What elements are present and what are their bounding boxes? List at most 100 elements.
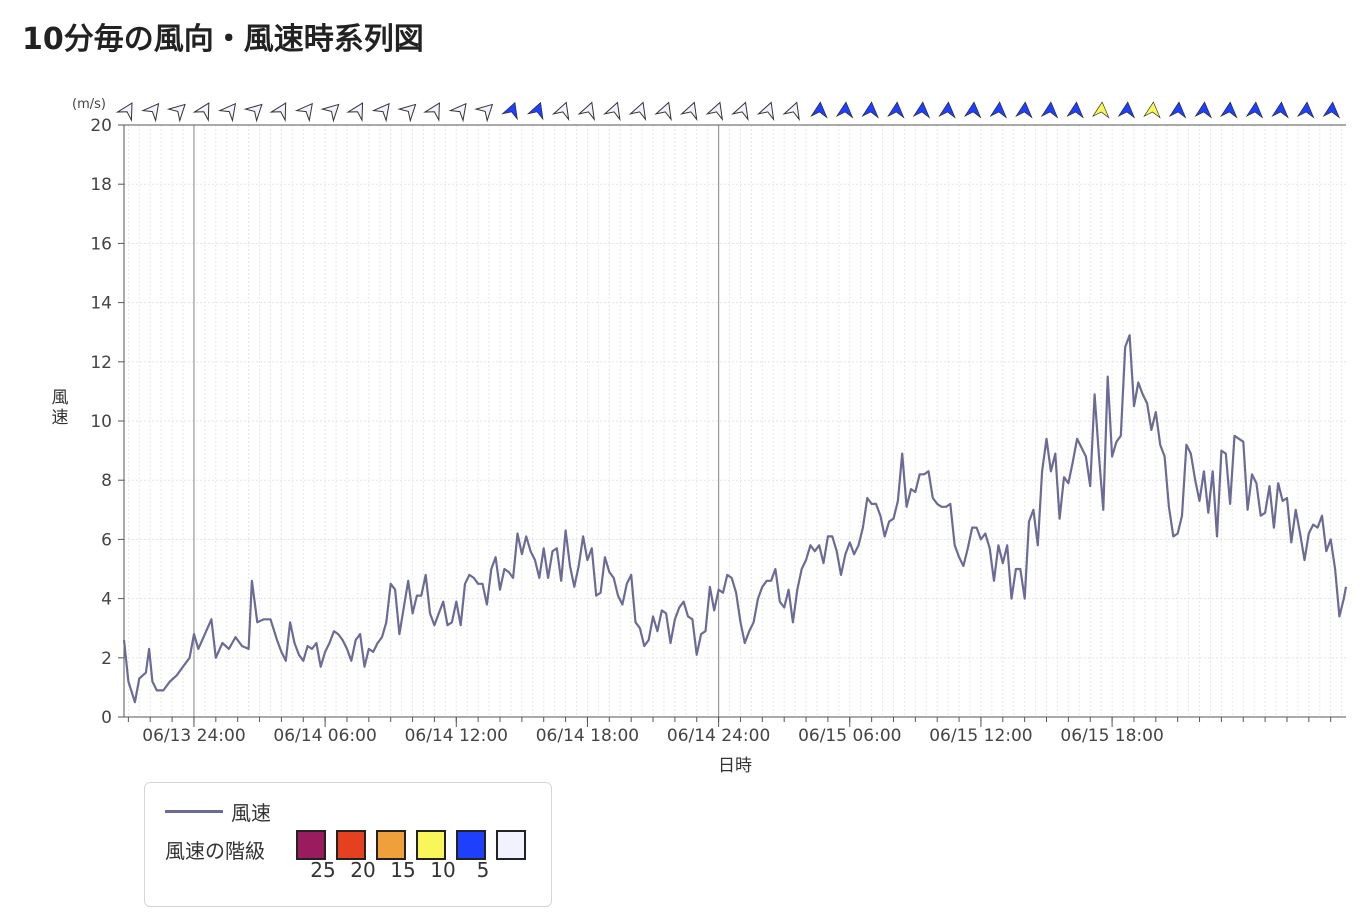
wind-direction-arrow-shape bbox=[371, 102, 390, 123]
wind-direction-arrow-icon bbox=[294, 102, 313, 123]
y-tick-label: 18 bbox=[90, 175, 112, 195]
wind-direction-arrow-icon bbox=[243, 103, 263, 123]
x-tick-label: 06/15 06:00 bbox=[798, 726, 901, 746]
wind-direction-arrow-shape bbox=[243, 103, 263, 123]
legend-class-label: 5 bbox=[476, 858, 490, 882]
wind-direction-arrow-shape bbox=[989, 101, 1008, 119]
y-tick-label: 12 bbox=[90, 353, 112, 373]
wind-direction-arrow-icon bbox=[269, 102, 287, 122]
wind-direction-arrow-shape bbox=[1117, 101, 1136, 119]
legend-series-label: 風速 bbox=[231, 801, 271, 825]
wind-direction-arrow-shape bbox=[1168, 101, 1187, 119]
wind-direction-arrow-shape bbox=[526, 101, 544, 121]
wind-direction-arrow-shape bbox=[1040, 101, 1059, 119]
wind-direction-arrow-icon bbox=[526, 101, 544, 121]
wind-direction-arrow-icon bbox=[1245, 101, 1264, 119]
y-tick-label: 0 bbox=[101, 708, 112, 728]
wind-direction-arrow-shape bbox=[782, 101, 800, 122]
wind-direction-arrow-icon bbox=[912, 101, 931, 119]
legend-class-swatch bbox=[416, 830, 446, 860]
wind-direction-arrow-icon bbox=[1143, 101, 1161, 119]
legend-line-swatch bbox=[165, 810, 223, 813]
y-unit-label: (m/s) bbox=[72, 97, 106, 112]
wind-direction-arrow-icon bbox=[679, 101, 698, 122]
wind-direction-arrow-icon bbox=[474, 103, 494, 123]
wind-direction-arrow-icon bbox=[397, 103, 417, 123]
y-tick-label: 14 bbox=[90, 294, 112, 314]
wind-direction-arrow-icon bbox=[989, 101, 1008, 119]
wind-direction-arrow-icon bbox=[346, 102, 364, 122]
wind-direction-arrow-icon bbox=[501, 101, 518, 121]
x-tick-label: 06/15 12:00 bbox=[929, 726, 1032, 746]
wind-direction-arrow-shape bbox=[1015, 101, 1033, 119]
series-line bbox=[122, 334, 1348, 704]
wind-direction-arrow-icon bbox=[1015, 101, 1033, 119]
wind-direction-arrow-icon bbox=[141, 102, 160, 123]
wind-direction-arrow-icon bbox=[192, 102, 210, 122]
wind-direction-arrow-shape bbox=[1194, 101, 1212, 119]
wind-direction-arrow-icon bbox=[1296, 101, 1315, 119]
legend-class-swatch bbox=[296, 830, 326, 860]
wind-direction-arrow-icon bbox=[756, 101, 775, 122]
x-axis-label: 日時 bbox=[718, 756, 752, 776]
wind-direction-arrow-shape bbox=[1271, 101, 1289, 119]
y-tick-label: 6 bbox=[101, 530, 112, 550]
wind-direction-arrow-shape bbox=[756, 101, 775, 122]
x-tick-label: 06/13 24:00 bbox=[142, 726, 245, 746]
wind-direction-arrow-icon bbox=[577, 101, 595, 122]
wind-direction-arrow-icon bbox=[1168, 101, 1187, 119]
x-tick-label: 06/14 12:00 bbox=[405, 726, 508, 746]
wind-direction-arrow-shape bbox=[551, 101, 570, 122]
wind-direction-arrow-shape bbox=[912, 101, 931, 119]
wind-direction-arrow-icon bbox=[551, 101, 570, 122]
wind-direction-arrow-shape bbox=[501, 101, 518, 121]
legend-class-swatch bbox=[376, 830, 406, 860]
y-axis-label: 風 bbox=[52, 388, 69, 408]
wind-direction-arrow-shape bbox=[963, 101, 982, 119]
x-tick-label: 06/14 18:00 bbox=[536, 726, 639, 746]
wind-direction-arrow-icon bbox=[731, 101, 749, 122]
wind-direction-arrow-shape bbox=[1220, 101, 1238, 119]
wind-direction-arrow-icon bbox=[628, 101, 647, 122]
legend: 風速 風速の階級 25 20 15 10 5 bbox=[144, 782, 552, 907]
legend-class-label: 25 bbox=[310, 858, 336, 882]
wind-direction-arrow-icon bbox=[705, 101, 724, 122]
wind-direction-arrow-shape bbox=[628, 101, 647, 122]
wind-direction-arrow-shape bbox=[346, 102, 364, 122]
wind-direction-arrow-shape bbox=[705, 101, 724, 122]
y-tick-label: 2 bbox=[101, 649, 112, 669]
wind-direction-arrow-icon bbox=[448, 102, 467, 123]
y-axis-label: 速 bbox=[52, 408, 69, 428]
wind-direction-arrow-shape bbox=[269, 102, 287, 122]
y-tick-label: 4 bbox=[101, 590, 112, 610]
legend-classes-label: 風速の階級 bbox=[165, 839, 265, 863]
wind-direction-arrow-icon bbox=[1271, 101, 1289, 119]
wind-direction-arrow-icon bbox=[810, 101, 828, 119]
wind-direction-arrow-icon bbox=[1322, 101, 1341, 119]
wind-direction-arrow-shape bbox=[1066, 101, 1084, 119]
wind-direction-arrow-icon bbox=[320, 103, 340, 123]
wind-direction-arrow-shape bbox=[1143, 101, 1161, 119]
wind-direction-arrow-shape bbox=[810, 101, 828, 119]
wind-direction-arrow-shape bbox=[294, 102, 313, 123]
wind-direction-arrow-shape bbox=[603, 101, 621, 122]
legend-class-swatch bbox=[456, 830, 486, 860]
wind-direction-arrow-shape bbox=[1245, 101, 1264, 119]
wind-direction-arrow-shape bbox=[192, 102, 210, 122]
wind-direction-arrow-icon bbox=[861, 101, 879, 119]
wind-direction-arrow-icon bbox=[654, 101, 672, 122]
wind-direction-arrow-icon bbox=[887, 101, 905, 119]
wind-direction-arrow-icon bbox=[1194, 101, 1212, 119]
x-tick-label: 06/15 18:00 bbox=[1060, 726, 1163, 746]
x-tick-label: 06/14 06:00 bbox=[273, 726, 376, 746]
legend-class-swatch bbox=[496, 830, 526, 860]
wind-direction-arrow-shape bbox=[166, 103, 186, 123]
wind-direction-arrow-shape bbox=[1322, 101, 1341, 119]
x-tick-label: 06/14 24:00 bbox=[667, 726, 770, 746]
wind-direction-arrow-shape bbox=[115, 102, 133, 122]
wind-direction-arrow-icon bbox=[217, 102, 237, 123]
wind-direction-arrow-icon bbox=[963, 101, 982, 119]
wind-direction-arrow-icon bbox=[371, 102, 390, 123]
wind-direction-arrow-shape bbox=[861, 101, 879, 119]
legend-class-label: 20 bbox=[350, 858, 376, 882]
